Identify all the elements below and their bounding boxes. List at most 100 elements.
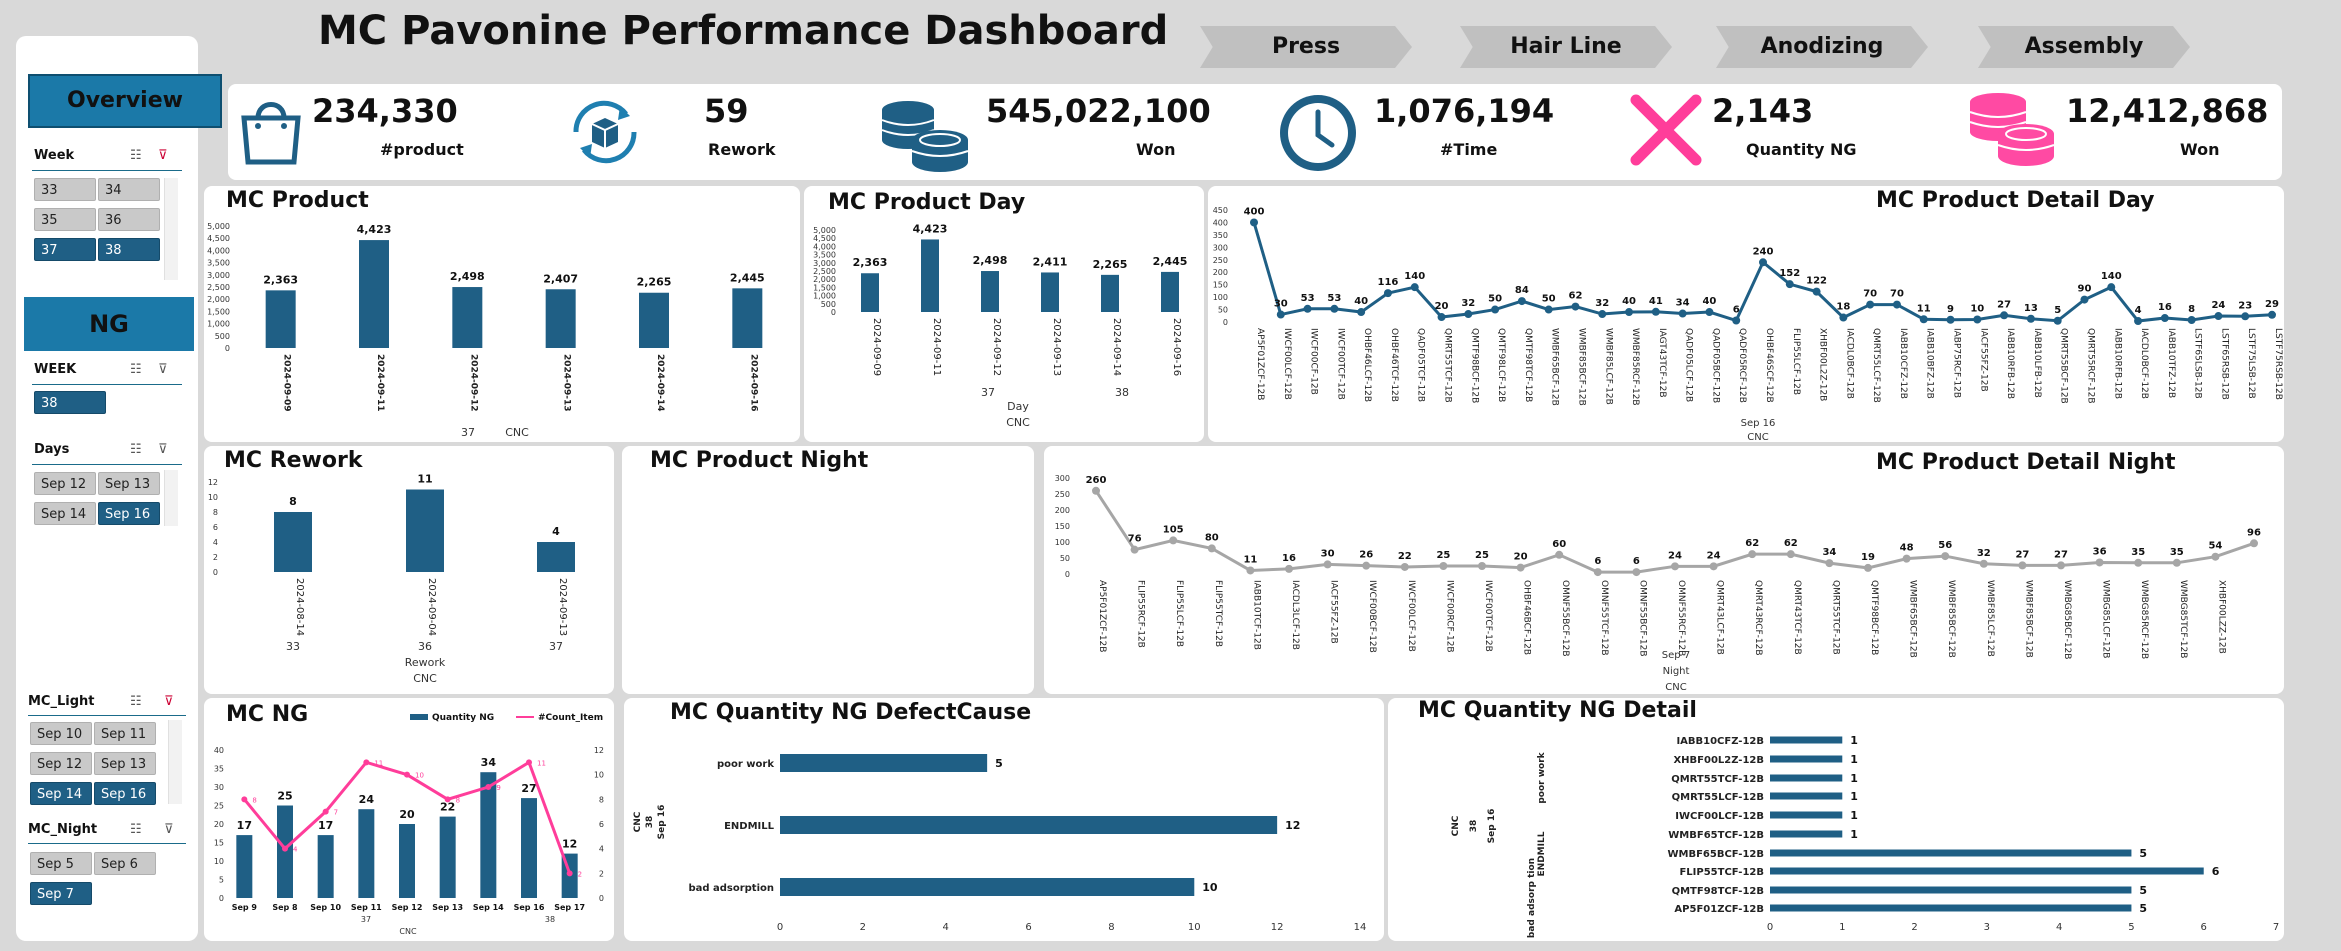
data-label: 1 — [1850, 809, 1858, 822]
week-chip[interactable]: 35 — [34, 208, 96, 231]
y-tick-label: 3,500 — [207, 259, 230, 268]
multiselect-icon[interactable]: ☷ — [130, 694, 148, 710]
data-point — [2018, 561, 2027, 570]
x-axis-label: Rework — [405, 656, 446, 669]
clear-filter-icon[interactable]: ⊽ — [164, 822, 182, 838]
ng-week-chip[interactable]: 38 — [34, 391, 106, 414]
light-chip[interactable]: Sep 16 — [94, 782, 156, 805]
data-label: 70 — [1890, 289, 1904, 300]
clear-filter-icon[interactable]: ⊽ — [158, 362, 176, 378]
y2-tick-label: 4 — [599, 845, 604, 854]
week-chip[interactable]: 38 — [98, 238, 160, 261]
x-tick-label: WMBG85LCF-12B — [2101, 580, 2111, 658]
x-axis-label: CNC — [1006, 416, 1030, 429]
x-tick-label: IABB10LFB-12B — [2032, 328, 2042, 398]
x-tick-label: IWCF00TCF-12B — [1483, 580, 1493, 652]
data-point — [1732, 316, 1741, 325]
nav-assembly-button[interactable]: Assembly — [1978, 26, 2190, 68]
light-chip[interactable]: Sep 10 — [30, 722, 92, 745]
data-label: 10 — [1970, 304, 1984, 315]
row-label: CNC — [633, 811, 643, 832]
y-tick-label: 0 — [831, 308, 836, 317]
bar — [277, 805, 293, 898]
week-chip[interactable]: 37 — [34, 238, 96, 261]
clear-filter-icon[interactable]: ⊽ — [164, 694, 182, 710]
day-chip[interactable]: Sep 13 — [98, 472, 160, 495]
data-label: 84 — [1515, 285, 1529, 296]
y-tick-label: 8 — [213, 508, 218, 517]
data-point — [1678, 309, 1687, 318]
light-chip[interactable]: Sep 11 — [94, 722, 156, 745]
divider — [28, 715, 186, 716]
divider — [32, 384, 182, 385]
light-scrollbar[interactable] — [168, 720, 182, 804]
multiselect-icon[interactable]: ☷ — [130, 442, 148, 458]
data-label: 35 — [2131, 547, 2145, 558]
day-chip[interactable]: Sep 12 — [34, 472, 96, 495]
days-scrollbar[interactable] — [164, 470, 178, 526]
x-tick-label: 2024-09-12 — [991, 318, 1002, 376]
light-chip[interactable]: Sep 14 — [30, 782, 92, 805]
y-tick-label: ENDMILL — [724, 821, 775, 832]
data-point — [1892, 300, 1901, 309]
light-chip[interactable]: Sep 12 — [30, 752, 92, 775]
day-chip[interactable]: Sep 16 — [98, 502, 160, 525]
nav-anodizing-button[interactable]: Anodizing — [1716, 26, 1928, 68]
data-point — [363, 759, 370, 766]
kpi-ng-won-label: Won — [2180, 140, 2220, 159]
y-tick-label: 200 — [1055, 506, 1070, 515]
y-tick-label: 2 — [213, 553, 218, 562]
x-tick-label: 3 — [1984, 922, 1990, 933]
mc-ng-chart: 0510152025303540024681012Quantity NG #Cou… — [214, 713, 604, 936]
panel-mc-product-detail-day: MC Product Detail Day 0 50 100 150 200 250 300… — [1208, 186, 2284, 442]
week-scrollbar[interactable] — [164, 178, 178, 280]
data-label: 10 — [1202, 881, 1218, 894]
bar — [780, 816, 1278, 834]
x-tick-label: IWCF00CF-12B — [1309, 328, 1319, 395]
y-tick-label: 0 — [1223, 318, 1228, 327]
data-label: 17 — [318, 819, 333, 832]
data-point — [1902, 554, 1911, 563]
x-tick-label: Sep 8 — [272, 903, 298, 912]
x-tick-label: 2 — [860, 922, 866, 933]
x-tick-label: OHBF46BCF-12B — [1522, 580, 1532, 655]
day-chip[interactable]: Sep 14 — [34, 502, 96, 525]
night-chip[interactable]: Sep 5 — [30, 852, 92, 875]
bar — [1041, 272, 1059, 312]
night-chip[interactable]: Sep 7 — [30, 882, 92, 905]
x-tick-label: QMRT55TCF-12B — [1443, 328, 1453, 403]
y-tick-label: 20 — [214, 820, 224, 829]
data-point — [1410, 283, 1419, 292]
x-tick-label: FLIP55TCF-12B — [1213, 580, 1223, 647]
multiselect-icon[interactable]: ☷ — [130, 148, 148, 164]
nav-hairline-button[interactable]: Hair Line — [1460, 26, 1672, 68]
x-tick-label: IWCF00LCF-12B — [1282, 328, 1292, 400]
clear-filter-icon[interactable]: ⊽ — [158, 148, 176, 164]
data-label: 7 — [334, 809, 338, 817]
week-chip[interactable]: 33 — [34, 178, 96, 201]
clear-filter-icon[interactable]: ⊽ — [158, 442, 176, 458]
multiselect-icon[interactable]: ☷ — [130, 362, 148, 378]
data-label: 41 — [1649, 296, 1663, 307]
y-tick-label: 4,500 — [207, 234, 230, 243]
bar — [1770, 904, 2132, 912]
bar — [1770, 830, 1843, 838]
kpi-won-value: 545,022,100 — [986, 92, 1211, 130]
y-tick-label: 2,500 — [813, 267, 836, 276]
y-tick-label: 50 — [1060, 554, 1070, 563]
multiselect-icon[interactable]: ☷ — [130, 822, 148, 838]
week-chip[interactable]: 34 — [98, 178, 160, 201]
week-chip[interactable]: 36 — [98, 208, 160, 231]
data-point — [1130, 545, 1139, 554]
data-label: 152 — [1779, 268, 1800, 279]
bar — [732, 288, 763, 348]
nav-press-button[interactable]: Press — [1200, 26, 1412, 68]
x-tick-label: XHBF00L2Z-12B — [1818, 328, 1828, 401]
data-point — [1785, 280, 1794, 289]
data-point — [1941, 552, 1950, 561]
night-chip[interactable]: Sep 6 — [94, 852, 156, 875]
x-tick-label: Sep 12 — [392, 903, 423, 912]
light-chip[interactable]: Sep 13 — [94, 752, 156, 775]
y2-tick-label: 0 — [599, 894, 604, 903]
x-tick-label: 6 — [2201, 922, 2207, 933]
